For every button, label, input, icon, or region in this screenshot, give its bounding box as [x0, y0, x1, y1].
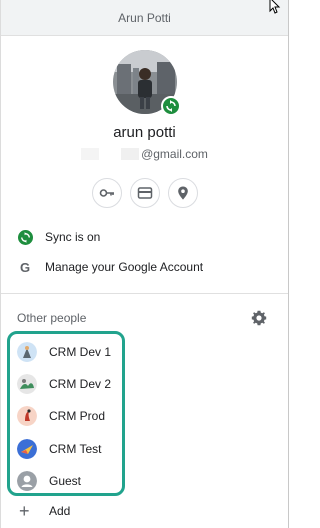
sync-label: Sync is on	[45, 230, 101, 244]
sync-status-row[interactable]: Sync is on	[17, 229, 100, 245]
email-redaction	[101, 148, 120, 160]
profile-title-bar: Arun Potti	[1, 0, 288, 36]
email-redaction	[121, 148, 140, 160]
account-name: arun potti	[113, 124, 176, 141]
profile-crm-dev-2[interactable]: CRM Dev 2	[17, 374, 111, 394]
profile-crm-prod[interactable]: CRM Prod	[17, 406, 105, 426]
gear-icon[interactable]	[251, 310, 267, 326]
location-pin-icon	[177, 186, 188, 200]
sync-icon	[17, 229, 33, 245]
profile-avatar-icon	[17, 374, 37, 394]
payment-methods-button[interactable]	[129, 178, 160, 208]
add-label: Add	[49, 504, 71, 518]
profile-crm-test[interactable]: CRM Test	[17, 439, 101, 459]
section-divider	[1, 293, 288, 294]
passwords-button[interactable]	[91, 178, 122, 208]
profile-avatar-icon	[17, 406, 37, 426]
email-redaction	[81, 148, 100, 160]
window-title: Arun Potti	[118, 10, 171, 25]
profile-label: CRM Test	[49, 442, 102, 456]
profile-avatar-icon	[17, 342, 37, 362]
add-profile-button[interactable]: + Add	[19, 501, 71, 521]
key-icon	[99, 189, 114, 197]
manage-account-row[interactable]: G Manage your Google Account	[17, 259, 203, 275]
credit-card-icon	[137, 187, 152, 199]
mouse-cursor-icon	[269, 0, 281, 14]
profile-guest[interactable]: Guest	[17, 471, 81, 491]
profile-avatar-icon	[17, 439, 37, 459]
manage-account-label: Manage your Google Account	[45, 260, 204, 274]
profile-menu-panel: Arun Potti arun potti @gmail.com Sync is…	[0, 0, 289, 528]
plus-icon: +	[19, 501, 30, 521]
account-email: @gmail.com	[1, 147, 288, 161]
quick-actions	[1, 178, 288, 208]
addresses-button[interactable]	[167, 178, 198, 208]
profile-label: CRM Prod	[49, 409, 106, 423]
profile-label: Guest	[49, 474, 82, 488]
guest-avatar-icon	[17, 471, 37, 491]
google-g-icon: G	[19, 259, 31, 275]
profile-label: CRM Dev 2	[49, 377, 112, 391]
sync-badge-icon	[161, 96, 181, 116]
profile-crm-dev-1[interactable]: CRM Dev 1	[17, 342, 111, 362]
other-people-header: Other people	[17, 311, 87, 325]
account-avatar[interactable]	[113, 50, 181, 116]
email-domain: @gmail.com	[141, 147, 208, 161]
profile-label: CRM Dev 1	[49, 345, 112, 359]
